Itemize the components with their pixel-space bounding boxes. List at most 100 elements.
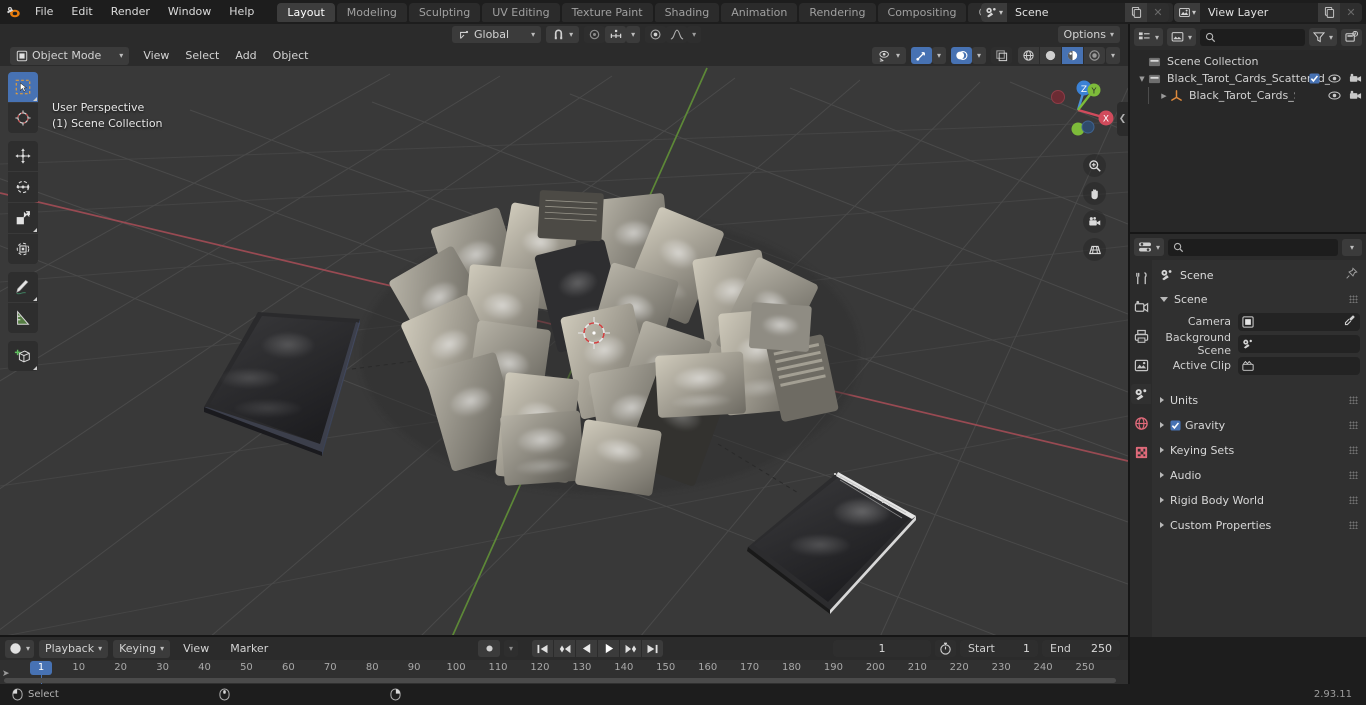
properties-search-input[interactable]	[1168, 238, 1338, 256]
tab-compositing[interactable]: Compositing	[877, 2, 967, 22]
panel-header-gravity[interactable]: Gravity	[1160, 415, 1360, 435]
tool-measure[interactable]	[8, 303, 38, 333]
panel-header-scene[interactable]: Scene	[1160, 289, 1360, 309]
tab-rendering[interactable]: Rendering	[799, 2, 876, 22]
previous-keyframe-button[interactable]	[554, 640, 575, 657]
start-frame-field[interactable]: Start 1	[960, 640, 1038, 657]
snap-options-dropdown[interactable]: ▾	[626, 26, 641, 43]
viewport-menu-object[interactable]: Object	[265, 47, 317, 65]
eyedropper-icon[interactable]	[1344, 314, 1356, 329]
jump-to-start-button[interactable]	[532, 640, 553, 657]
timeline-editor-type-dropdown[interactable]: ▾	[5, 639, 35, 658]
menu-file[interactable]: File	[26, 2, 62, 22]
use-preview-range-icon[interactable]	[935, 640, 956, 657]
properties-options-dropdown[interactable]: ▾	[1342, 238, 1362, 256]
properties-editor-type-dropdown[interactable]: ▾	[1134, 238, 1165, 256]
checkbox-exclude[interactable]	[1309, 73, 1320, 84]
proportional-falloff-dropdown[interactable]	[666, 26, 688, 43]
menu-window[interactable]: Window	[159, 2, 220, 22]
viewport-menu-select[interactable]: Select	[177, 47, 227, 65]
jump-to-end-button[interactable]	[642, 640, 663, 657]
playhead-frame-indicator[interactable]: 1	[30, 661, 52, 675]
panel-divider-horizontal[interactable]	[1130, 232, 1366, 234]
tool-transform[interactable]	[8, 234, 38, 264]
tool-icon[interactable]	[1131, 268, 1151, 288]
shading-options-dropdown[interactable]: ▾	[1106, 47, 1120, 64]
scene-icon[interactable]: ▾	[981, 2, 1007, 22]
orthographic-toggle-icon[interactable]	[1083, 238, 1106, 261]
view-layer-name-field[interactable]: View Layer	[1200, 2, 1318, 22]
outliner-new-collection-button[interactable]	[1341, 28, 1362, 46]
tool-rotate[interactable]	[8, 172, 38, 202]
timeline-editor[interactable]: ▾ Playback ▾ Keying ▾ View Marker ▾ 1 St…	[0, 637, 1128, 684]
new-scene-button[interactable]	[1125, 2, 1147, 22]
disclosure-right-icon[interactable]: ▶	[1158, 92, 1170, 100]
panel-header-audio[interactable]: Audio	[1160, 465, 1360, 485]
active-clip-field[interactable]	[1238, 356, 1360, 375]
texture-icon[interactable]	[1131, 442, 1151, 462]
output-icon[interactable]	[1131, 326, 1151, 346]
render-icon[interactable]	[1131, 297, 1151, 317]
view-layer-icon[interactable]: ▾	[1174, 2, 1200, 22]
tab-modeling[interactable]: Modeling	[336, 2, 407, 22]
world-icon[interactable]	[1131, 413, 1151, 433]
viewport-options-dropdown[interactable]: Options ▾	[1057, 26, 1120, 43]
menu-render[interactable]: Render	[102, 2, 159, 22]
tool-scale[interactable]	[8, 203, 38, 233]
eye-icon[interactable]	[1328, 90, 1341, 101]
tab-layout[interactable]: Layout	[277, 2, 335, 22]
blender-logo-icon[interactable]	[0, 0, 26, 24]
auto-keying-options-dropdown[interactable]: ▾	[504, 640, 518, 657]
view-layer-icon[interactable]	[1131, 355, 1151, 375]
proportional-editing-toggle[interactable]	[584, 26, 606, 43]
current-frame-field[interactable]: 1	[833, 640, 931, 657]
next-keyframe-button[interactable]	[620, 640, 641, 657]
outliner-filter-id-dropdown[interactable]: ▾	[1167, 28, 1197, 46]
pan-hand-icon[interactable]	[1083, 182, 1106, 205]
keying-dropdown[interactable]: Keying ▾	[113, 639, 171, 658]
timeline-divider[interactable]	[0, 635, 1128, 637]
tab-animation[interactable]: Animation	[721, 2, 798, 22]
eye-icon[interactable]	[1328, 73, 1341, 84]
xray-toggle[interactable]	[991, 47, 1012, 64]
outliner-row-scene-collection[interactable]: Scene Collection	[1130, 53, 1366, 70]
rendered-shading-button[interactable]	[1084, 47, 1105, 64]
tool-annotate[interactable]	[8, 272, 38, 302]
scene-icon[interactable]	[1131, 384, 1151, 404]
viewport-navigation-gizmo[interactable]: Z Y X	[1042, 74, 1114, 146]
viewport-menu-view[interactable]: View	[135, 47, 177, 65]
scene-name-field[interactable]: Scene	[1007, 2, 1125, 22]
outliner-row-collection[interactable]: ▼ Black_Tarot_Cards_Scattered_	[1130, 70, 1366, 87]
outliner-filter-dropdown[interactable]: ▾	[1308, 28, 1337, 46]
timeline-menu-marker[interactable]: Marker	[222, 640, 276, 658]
camera-view-icon[interactable]	[1083, 210, 1106, 233]
unlink-scene-button[interactable]: ✕	[1147, 2, 1169, 22]
menu-edit[interactable]: Edit	[62, 2, 101, 22]
tool-select-box[interactable]	[8, 72, 38, 102]
pin-icon[interactable]	[1345, 267, 1358, 283]
timeline-menu-view[interactable]: View	[175, 640, 217, 658]
camera-icon[interactable]	[1349, 90, 1362, 101]
camera-field[interactable]	[1238, 312, 1360, 331]
panel-header-units[interactable]: Units	[1160, 390, 1360, 410]
viewport-canvas[interactable]	[0, 24, 1128, 637]
tool-move[interactable]	[8, 141, 38, 171]
interaction-mode-dropdown[interactable]: Object Mode ▾	[10, 46, 130, 65]
tab-sculpting[interactable]: Sculpting	[408, 2, 481, 22]
show-overlays-toggle[interactable]	[951, 47, 972, 64]
timeline-horizontal-scrollbar[interactable]	[4, 678, 1116, 683]
play-reverse-button[interactable]	[576, 640, 597, 657]
new-view-layer-button[interactable]	[1318, 2, 1340, 22]
proportional-edit-objects-toggle[interactable]	[645, 26, 667, 43]
visibility-dropdown[interactable]: ▾	[871, 47, 906, 64]
panel-header-keying-sets[interactable]: Keying Sets	[1160, 440, 1360, 460]
tool-cursor[interactable]	[8, 103, 38, 133]
end-frame-field[interactable]: End 250	[1042, 640, 1120, 657]
outliner-search-input[interactable]	[1200, 28, 1305, 46]
menu-help[interactable]: Help	[220, 2, 263, 22]
tab-shading[interactable]: Shading	[654, 2, 720, 22]
gizmo-options-dropdown[interactable]: ▾	[932, 47, 946, 64]
tool-add-cube[interactable]	[8, 341, 38, 371]
wireframe-shading-button[interactable]	[1018, 47, 1039, 64]
timeline-ruler[interactable]: 1 10 20 30 40 50 60 70 80 90 100 110 120 130 140 150 16…	[0, 660, 1128, 684]
